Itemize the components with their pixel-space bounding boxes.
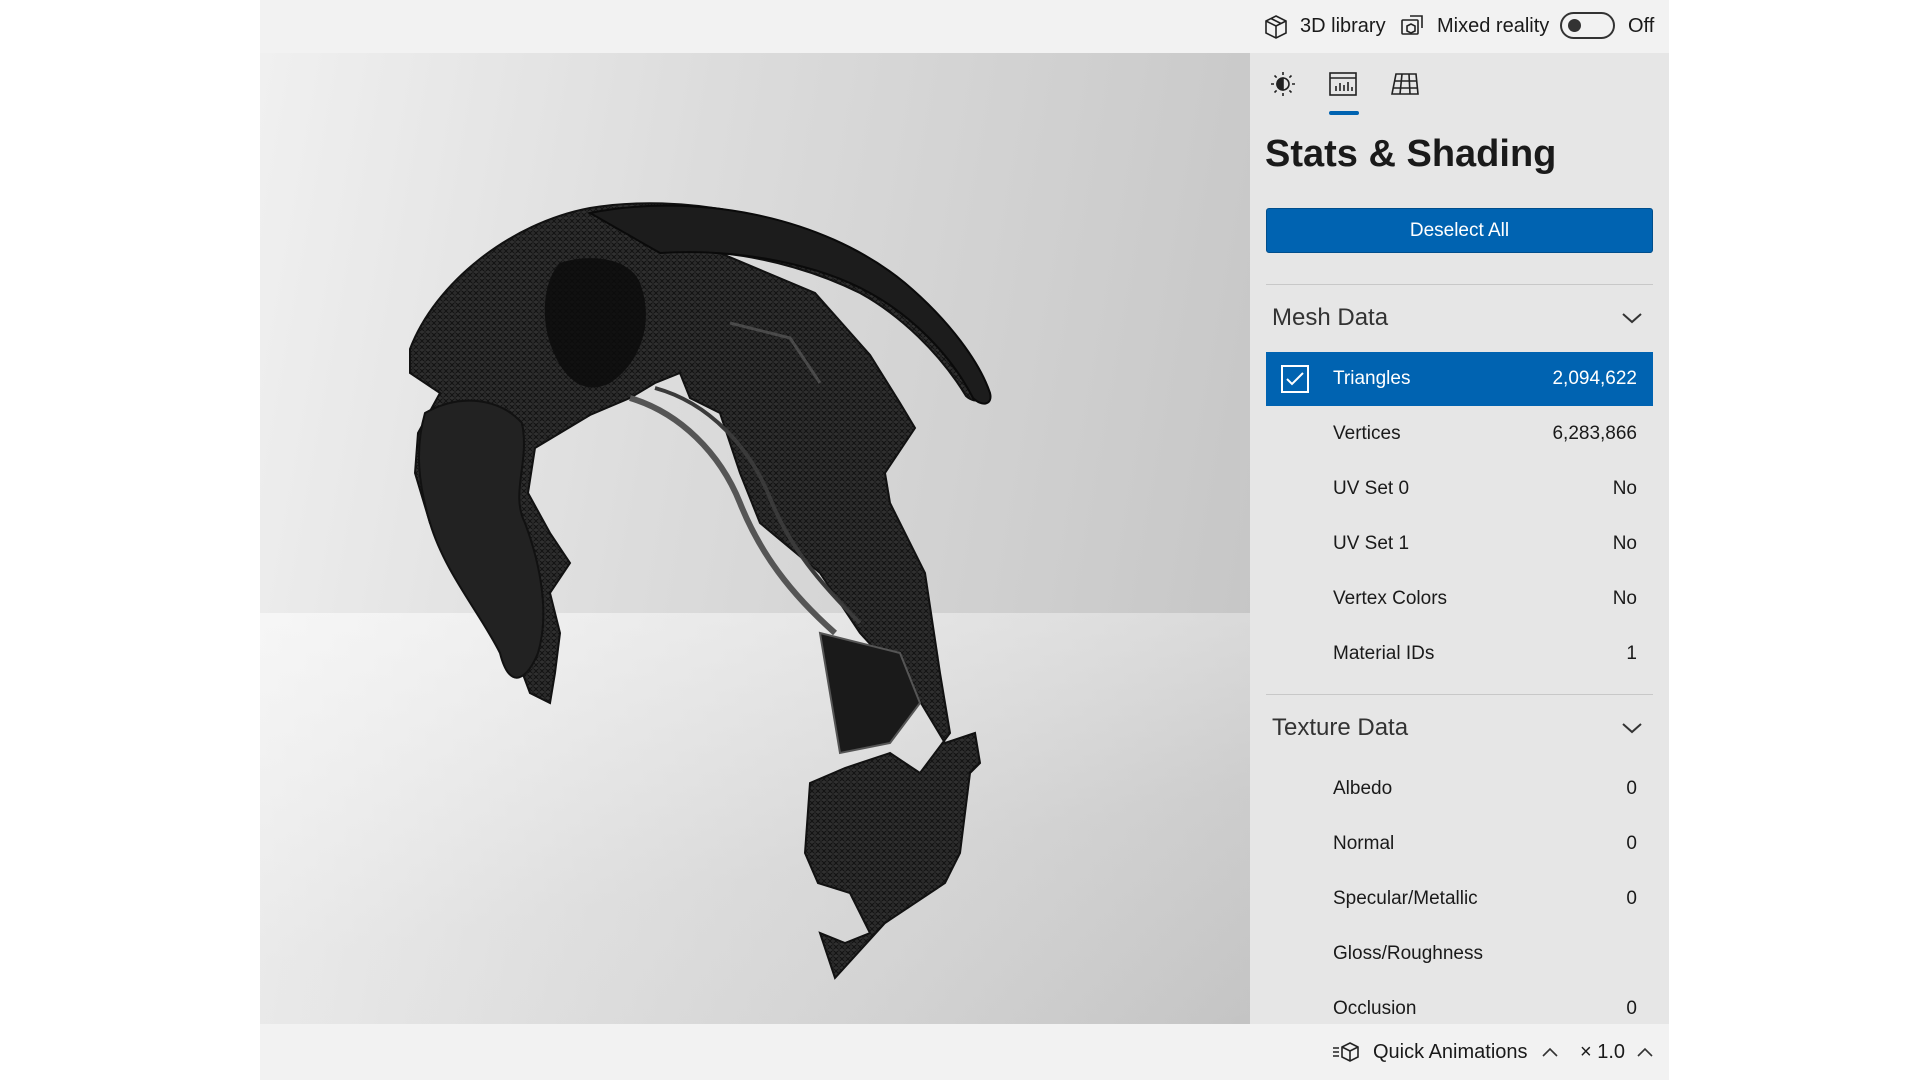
texture-data-header[interactable]: Texture Data (1272, 708, 1653, 748)
3d-library-button[interactable]: 3D library (1262, 0, 1386, 53)
speed-label: × 1.0 (1580, 1040, 1626, 1063)
row-value: 0 (1626, 778, 1637, 799)
top-bar: 3D library Mixed reality Off (260, 0, 1669, 53)
row-value: No (1612, 588, 1637, 609)
mesh-row-triangles[interactable]: Triangles 2,094,622 (1266, 352, 1653, 406)
bottom-bar: Quick Animations × 1.0 (260, 1024, 1669, 1080)
chevron-down-icon (1622, 723, 1642, 734)
deselect-all-button[interactable]: Deselect All (1266, 208, 1653, 253)
quick-animations-button[interactable]: Quick Animations (1331, 1024, 1570, 1080)
row-value: 2,094,622 (1552, 368, 1637, 389)
mixed-reality-toggle[interactable] (1560, 12, 1615, 39)
checkmark-icon (1286, 372, 1304, 386)
divider (1266, 694, 1653, 695)
texture-row-normal[interactable]: Normal 0 (1266, 817, 1653, 871)
animation-cube-icon (1333, 1042, 1359, 1062)
tab-lighting[interactable] (1266, 67, 1300, 101)
mixed-reality-icon (1401, 14, 1423, 35)
row-label: Vertices (1333, 423, 1401, 444)
row-label: UV Set 0 (1333, 478, 1410, 499)
row-value: No (1612, 478, 1637, 499)
row-value: No (1612, 533, 1637, 554)
tab-stats[interactable] (1326, 67, 1360, 101)
chevron-up-icon (1637, 1047, 1653, 1057)
row-label: Normal (1333, 833, 1395, 854)
texture-row-specular-metallic[interactable]: Specular/Metallic 0 (1266, 872, 1653, 926)
helmet-mesh-model[interactable] (260, 53, 1250, 1024)
texture-row-occlusion[interactable]: Occlusion 0 (1266, 982, 1653, 1024)
grid-icon (1391, 73, 1419, 95)
row-value: 0 (1626, 833, 1637, 854)
row-label: Occlusion (1333, 998, 1417, 1019)
stats-panel: Stats & Shading Deselect All Mesh Data T… (1250, 53, 1669, 1024)
panel-title: Stats & Shading (1265, 133, 1557, 175)
row-value: 1 (1626, 643, 1637, 664)
row-label: Specular/Metallic (1333, 888, 1478, 909)
row-value: 6,283,866 (1552, 423, 1637, 444)
row-label: Triangles (1333, 368, 1411, 389)
active-tab-indicator (1329, 111, 1359, 115)
mixed-reality-button[interactable]: Mixed reality (1399, 0, 1549, 53)
texture-row-gloss-roughness[interactable]: Gloss/Roughness (1266, 927, 1653, 981)
mesh-data-header[interactable]: Mesh Data (1272, 298, 1653, 338)
row-label: Vertex Colors (1333, 588, 1448, 609)
texture-row-albedo[interactable]: Albedo 0 (1266, 762, 1653, 816)
3d-library-label: 3D library (1300, 15, 1386, 37)
chevron-up-icon (1541, 1047, 1558, 1057)
stats-icon (1329, 72, 1357, 96)
mesh-row-uv-set-1[interactable]: UV Set 1 No (1266, 517, 1653, 571)
row-label: UV Set 1 (1333, 533, 1410, 554)
mesh-row-vertex-colors[interactable]: Vertex Colors No (1266, 572, 1653, 626)
chevron-down-icon (1622, 313, 1642, 324)
mesh-data-title: Mesh Data (1272, 304, 1389, 331)
mesh-row-material-ids[interactable]: Material IDs 1 (1266, 627, 1653, 681)
checkbox-checked[interactable] (1281, 365, 1309, 393)
row-label: Gloss/Roughness (1333, 943, 1483, 964)
cube-icon (1265, 14, 1287, 39)
sun-icon (1271, 72, 1295, 96)
tab-grid[interactable] (1388, 67, 1422, 101)
mixed-reality-label: Mixed reality (1437, 15, 1550, 37)
toggle-knob (1568, 19, 1581, 32)
app-window: 3D library Mixed reality Off Stats & Sha… (260, 0, 1669, 1080)
row-label: Albedo (1333, 778, 1393, 799)
quick-animations-label: Quick Animations (1373, 1040, 1528, 1063)
mesh-row-uv-set-0[interactable]: UV Set 0 No (1266, 462, 1653, 516)
3d-viewport[interactable] (260, 53, 1250, 1024)
row-value: 0 (1626, 888, 1637, 909)
divider (1266, 284, 1653, 285)
animation-speed-button[interactable]: × 1.0 (1580, 1024, 1653, 1080)
row-label: Material IDs (1333, 643, 1435, 664)
mesh-row-vertices[interactable]: Vertices 6,283,866 (1266, 407, 1653, 461)
texture-data-title: Texture Data (1272, 714, 1409, 741)
row-value: 0 (1626, 998, 1637, 1019)
toggle-state-label: Off (1628, 15, 1655, 37)
